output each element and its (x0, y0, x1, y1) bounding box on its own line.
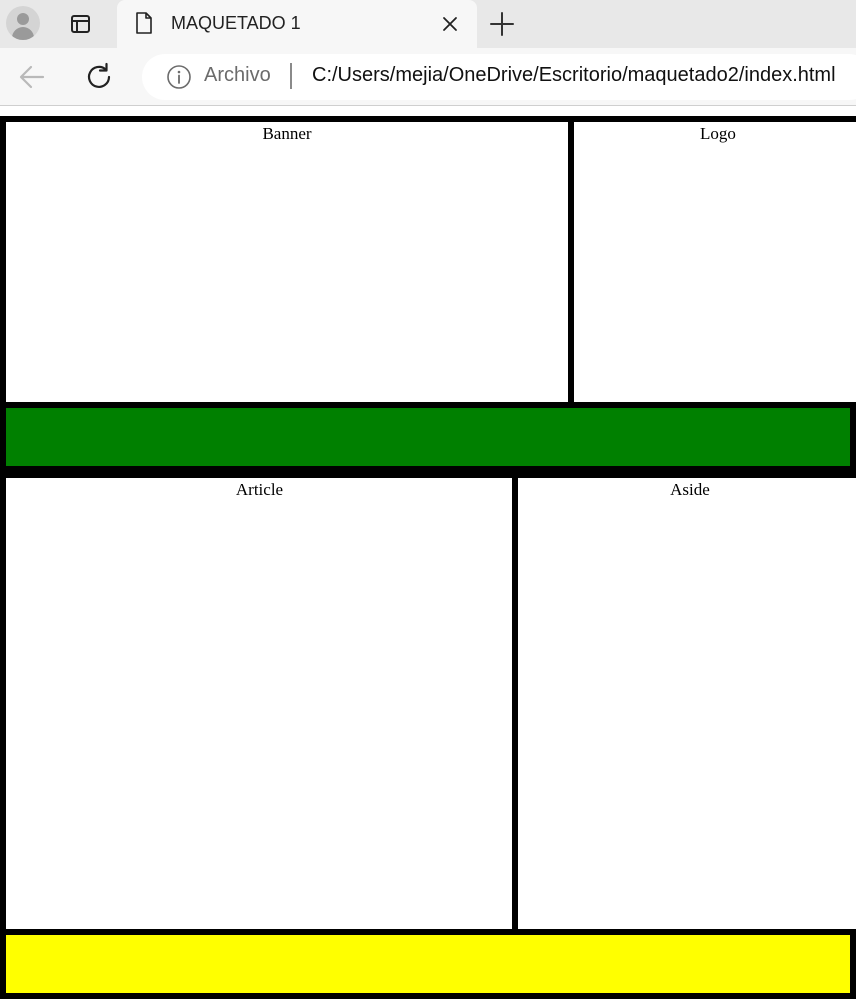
banner-label: Banner (262, 124, 312, 143)
aside-section: Aside (512, 472, 856, 935)
back-arrow-icon[interactable] (17, 62, 47, 92)
close-icon[interactable] (439, 13, 461, 35)
page-viewport: Banner Logo Article Aside (0, 106, 856, 1003)
aside-label: Aside (670, 480, 710, 499)
url-text[interactable]: C:/Users/mejia/OneDrive/Escritorio/maque… (312, 64, 836, 87)
browser-toolbar: Archivo C:/Users/mejia/OneDrive/Escritor… (0, 48, 856, 106)
tab-actions-icon[interactable] (66, 10, 94, 38)
logo-label: Logo (700, 124, 736, 143)
banner-section: Banner (0, 116, 574, 408)
article-label: Article (235, 480, 284, 499)
plus-icon[interactable] (488, 10, 516, 38)
tab-title: MAQUETADO 1 (171, 13, 301, 33)
logo-section: Logo (568, 116, 856, 408)
address-separator (290, 63, 292, 89)
address-bar[interactable]: Archivo C:/Users/mejia/OneDrive/Escritor… (142, 54, 856, 100)
reload-icon[interactable] (83, 61, 115, 93)
tab-strip: MAQUETADO 1 (0, 0, 856, 48)
scheme-label: Archivo (204, 64, 271, 86)
article-section: Article (0, 472, 519, 935)
nav-bar (0, 402, 856, 472)
browser-tab[interactable]: MAQUETADO 1 (117, 0, 477, 48)
page-icon (136, 12, 152, 34)
profile-icon[interactable] (6, 6, 40, 40)
footer-bar (0, 929, 856, 999)
info-icon[interactable] (166, 64, 192, 90)
